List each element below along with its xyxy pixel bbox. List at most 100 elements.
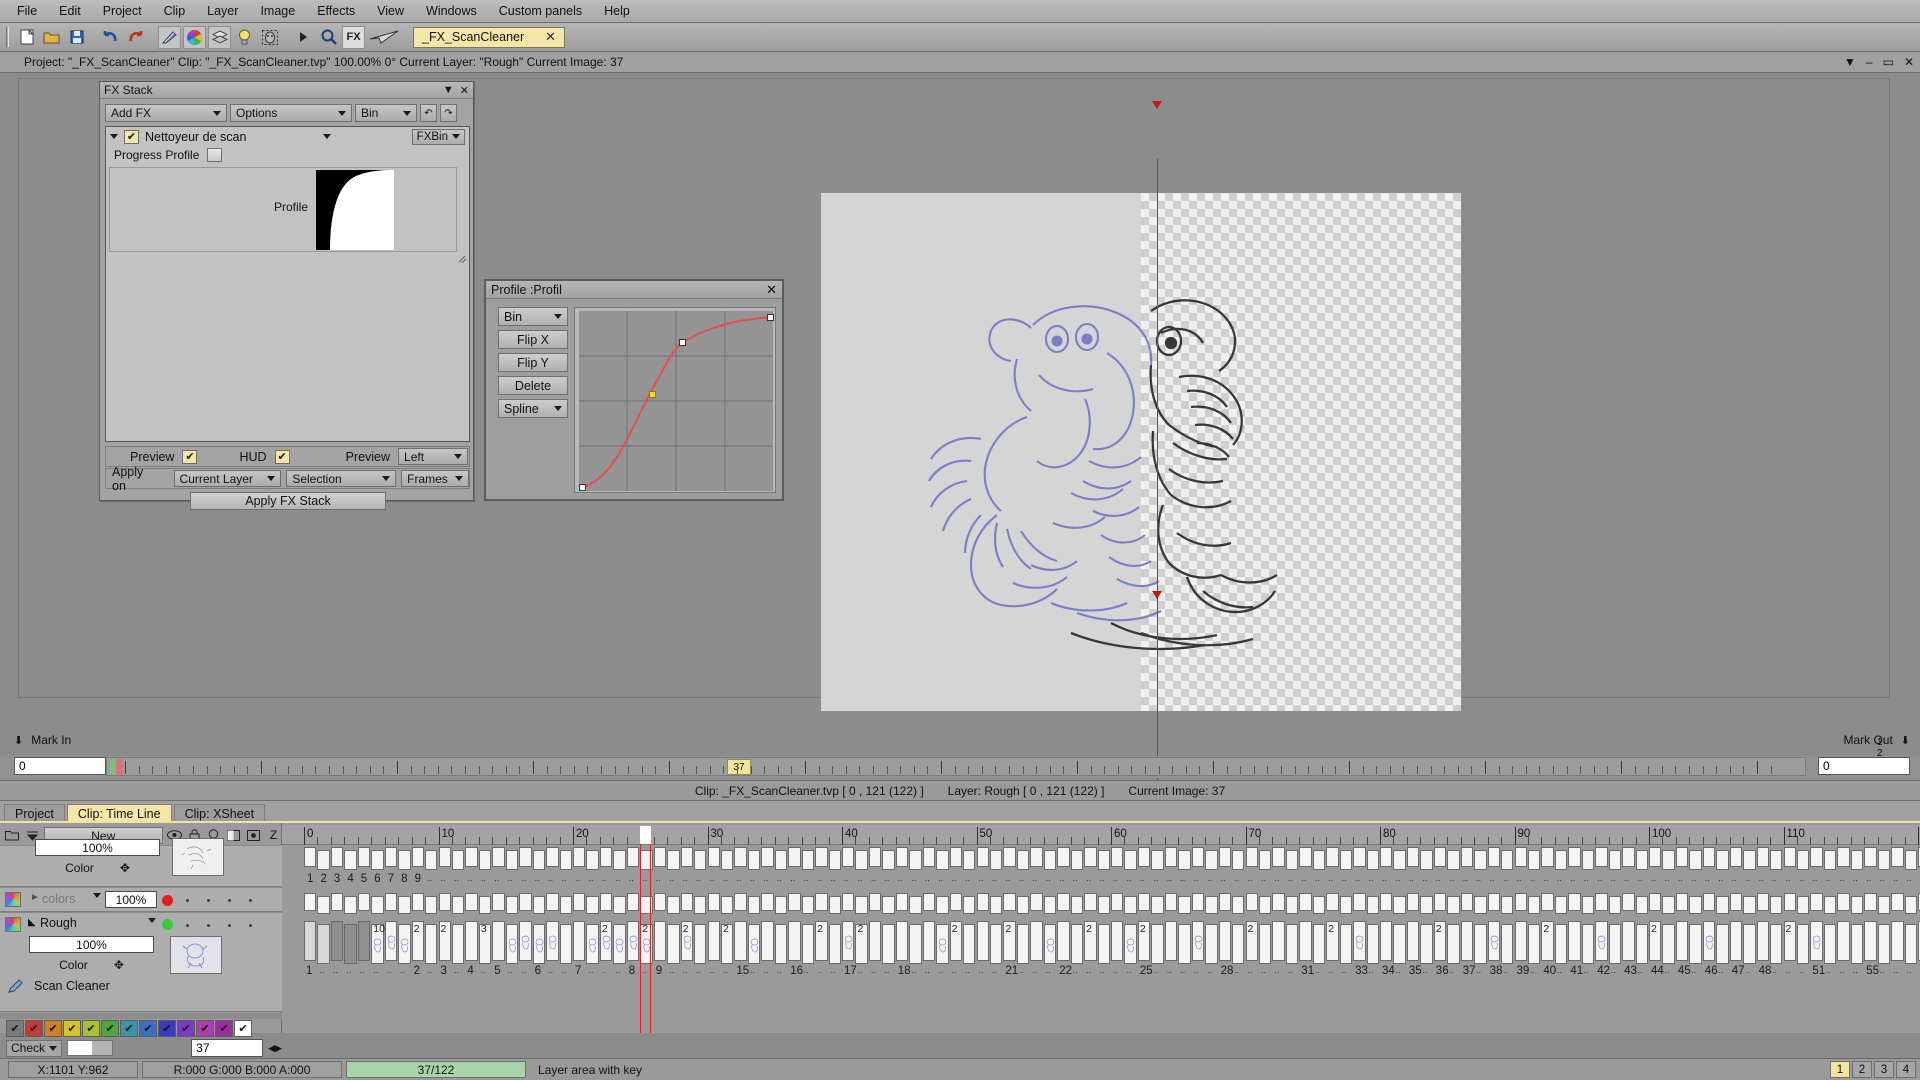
timeline-frame-cell[interactable] [1864, 893, 1877, 911]
timeline-frame-cell[interactable] [304, 921, 317, 961]
timeline-frame-cell[interactable] [1447, 850, 1460, 870]
timeline-frame-cell[interactable] [1057, 921, 1070, 961]
timeline-frame-cell[interactable] [1178, 850, 1191, 870]
timeline-frame-cell[interactable] [1904, 924, 1917, 964]
timeline-frame-cell[interactable] [1904, 850, 1917, 870]
timeline-frame-cell[interactable] [1447, 896, 1460, 914]
timeline-frame-cell[interactable] [532, 896, 546, 914]
timeline-frame-cell[interactable] [1891, 921, 1904, 961]
timeline-frame-cell[interactable] [425, 896, 438, 914]
timeline-frame-cell[interactable] [1366, 924, 1379, 964]
timeline-frame-cell[interactable] [1514, 921, 1527, 961]
timeline-frame-cell[interactable] [855, 850, 868, 870]
progress-profile-swatch[interactable] [207, 148, 223, 162]
timeline-frame-cell[interactable] [1501, 924, 1514, 964]
chevron-down-icon[interactable] [454, 454, 463, 459]
timeline-frame-cell[interactable] [1245, 893, 1258, 911]
tools-icon[interactable] [158, 25, 181, 49]
timeline-frame-cell[interactable] [1433, 847, 1447, 867]
timeline-frame-cell[interactable] [1649, 847, 1662, 867]
stepper-icon[interactable]: ✥ [120, 861, 130, 875]
timeline-frame-cell[interactable] [1420, 896, 1433, 914]
timeline-frame-cell[interactable] [1783, 893, 1796, 911]
timeline-frame-cell[interactable] [1043, 896, 1057, 914]
timeline-frame-cell[interactable] [1756, 847, 1770, 867]
timeline-frame-cell[interactable] [1460, 921, 1474, 961]
timeline-frame-cell[interactable] [613, 850, 626, 870]
timeline-frame-cell[interactable] [478, 896, 492, 914]
timeline-frame-cell[interactable] [1285, 924, 1299, 964]
timeline-frame-cell[interactable] [707, 893, 720, 911]
timeline-frame-cell[interactable] [842, 847, 855, 867]
fx-stack-panel[interactable]: FX Stack ▼ ✕ Add FX Options Bin ↶ ↷ ✔ Ne… [99, 81, 474, 510]
timeline-frame-cell[interactable] [1406, 847, 1420, 867]
menu-item-edit[interactable]: Edit [48, 2, 92, 20]
check-mode-dropdown[interactable]: Check [6, 1039, 62, 1057]
apply-area-dropdown[interactable]: Selection [286, 470, 397, 487]
timeline-frame-cell[interactable] [949, 847, 963, 867]
timeline-frame-cell[interactable] [1285, 896, 1299, 914]
chevron-down-icon[interactable] [338, 110, 346, 116]
preview-side-dropdown[interactable]: Left [398, 448, 469, 465]
timeline-frame-cell[interactable] [1111, 847, 1124, 867]
timeline-frame-cell[interactable] [815, 893, 828, 911]
check-color-swatch-3[interactable]: ✔ [63, 1019, 81, 1037]
layer-flag-dot[interactable] [207, 924, 210, 927]
timeline-frame-cell[interactable] [720, 896, 734, 914]
timeline-frame-cell[interactable] [1796, 896, 1810, 914]
timeline-frame-cell[interactable] [1406, 921, 1420, 961]
timeline-frame-cell[interactable] [1380, 921, 1393, 961]
curve-point-2[interactable] [679, 339, 686, 346]
profile-bin-dropdown[interactable]: Bin [498, 307, 568, 326]
toolbar-grip[interactable] [6, 27, 9, 47]
timeline-frame-cell[interactable] [492, 847, 505, 867]
timeline-frame-cell[interactable] [1258, 924, 1272, 964]
timeline-frame-cell[interactable] [1514, 847, 1527, 867]
opacity-icon[interactable] [225, 827, 242, 844]
timeline-frame-cell[interactable] [667, 924, 680, 964]
timeline-frame-cell[interactable] [1702, 921, 1716, 961]
profile-dialog[interactable]: Profile :Profil ✕ Bin Flip X Flip Y Dele… [484, 279, 784, 501]
timeline-frame-cell[interactable] [1796, 850, 1810, 870]
timeline-frame-cell[interactable] [1366, 850, 1379, 870]
timeline-layer-rough-row[interactable]: 10 2 2 3 2 2 2 2 2 2 2 2 2 2 2 2 2 2 2 2 [282, 921, 1920, 964]
timeline-frame-cell[interactable] [546, 893, 559, 911]
layer-fx-label[interactable]: Scan Cleaner [34, 979, 110, 993]
timeline-frame-cell[interactable] [1743, 924, 1756, 964]
timeline-frame-cell[interactable] [1245, 847, 1258, 867]
timeline-frame-cell[interactable] [1097, 924, 1110, 964]
timeline-frame-cell[interactable] [936, 924, 949, 964]
timeline-frame-cell[interactable] [438, 847, 451, 867]
check-color-swatch-0[interactable]: ✔ [6, 1019, 24, 1037]
timeline-frame-cell[interactable] [1850, 850, 1864, 870]
timeline-frame-cell[interactable] [774, 896, 788, 914]
timeline-frame-cell[interactable] [586, 850, 599, 870]
timeline-frame-cell[interactable] [1178, 896, 1191, 914]
clip-time-ruler[interactable]: 37 [106, 757, 1806, 776]
timeline-frame-cell[interactable] [371, 850, 384, 870]
close-icon[interactable]: ✕ [545, 29, 556, 45]
check-color-swatch-10[interactable]: ✔ [196, 1019, 214, 1037]
timeline-frame-cell[interactable] [546, 921, 559, 961]
timeline-frame-cell[interactable] [1043, 850, 1057, 870]
timeline-frame-cell[interactable] [1084, 893, 1097, 911]
timeline-frame-cell[interactable] [1030, 893, 1043, 911]
maximize-icon[interactable]: ▭ [1883, 55, 1894, 69]
timeline-frame-cell[interactable] [1689, 850, 1702, 870]
chevron-down-icon[interactable] [93, 893, 101, 898]
timeline-frame-cell[interactable] [398, 896, 411, 914]
timeline-frame-cell[interactable] [613, 896, 626, 914]
menu-item-image[interactable]: Image [249, 2, 306, 20]
timeline-frame-cell[interactable] [1272, 893, 1285, 911]
timeline-frame-cell[interactable] [667, 896, 680, 914]
close-icon[interactable]: ✕ [1904, 55, 1914, 69]
timeline-frame-cell[interactable] [1151, 924, 1164, 964]
timeline-frame-cell[interactable] [707, 847, 720, 867]
timeline-frame-cell[interactable] [680, 893, 694, 911]
timeline-frame-cell[interactable] [1111, 921, 1124, 961]
timeline-frame-cell[interactable] [344, 850, 357, 870]
timeline-frame-cell[interactable] [1164, 847, 1178, 867]
timeline-frame-cell[interactable] [1070, 850, 1084, 870]
timeline-frame-cell[interactable] [1258, 850, 1272, 870]
folder-icon[interactable] [4, 827, 21, 844]
